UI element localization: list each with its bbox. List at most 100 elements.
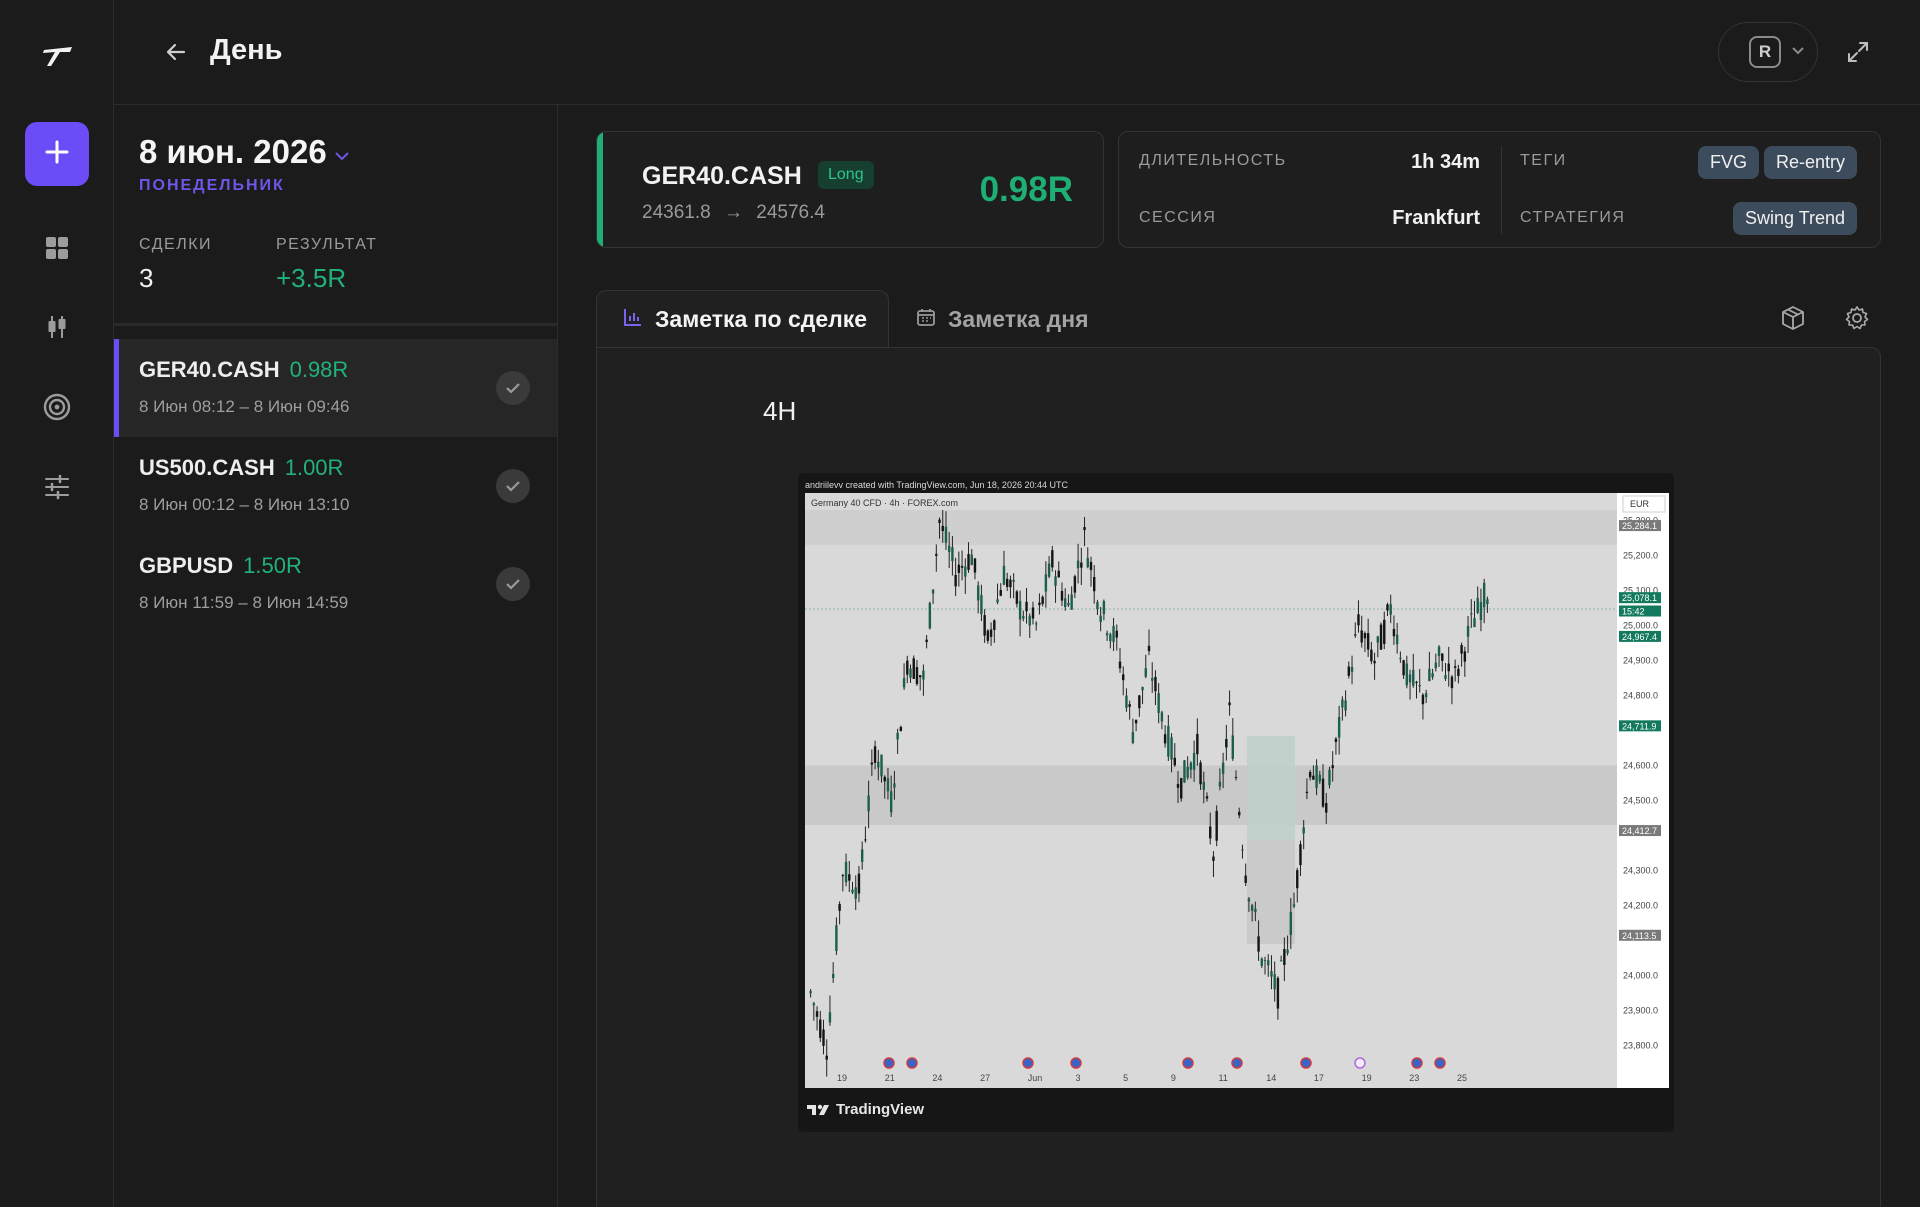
cube-icon[interactable] bbox=[1775, 300, 1811, 336]
event-marker-icon bbox=[906, 1057, 918, 1069]
session-value: Frankfurt bbox=[1392, 207, 1480, 229]
tradingview-logo: TradingView bbox=[806, 1101, 924, 1118]
strategy-chip[interactable]: Swing Trend bbox=[1733, 202, 1858, 235]
candle-body bbox=[1360, 630, 1363, 643]
candle-body bbox=[1238, 811, 1241, 816]
candle-body bbox=[844, 861, 848, 883]
tradingview-icon bbox=[807, 1104, 829, 1115]
candle-body bbox=[996, 599, 999, 603]
candle-body bbox=[1386, 604, 1389, 611]
tab-day-note[interactable]: Заметка дня bbox=[916, 290, 1089, 348]
r-unit-badge: R bbox=[1749, 36, 1781, 68]
candle-body bbox=[902, 678, 906, 688]
candle-body bbox=[1109, 634, 1112, 642]
trade-symbol: GBPUSD 1.50R bbox=[139, 553, 302, 579]
price-chart-svg: 19212427Jun359111417192325 25,300.025,20… bbox=[805, 493, 1669, 1088]
candle-body bbox=[1383, 619, 1386, 644]
candle-body bbox=[1180, 778, 1183, 799]
candle-body bbox=[1031, 607, 1035, 619]
price-tick-label: 24,600.0 bbox=[1623, 761, 1658, 771]
price-tick-label: 23,800.0 bbox=[1623, 1041, 1658, 1051]
trade-summary-card: GER40.CASH Long 24361.8 → 24576.4 0.98R bbox=[596, 131, 1104, 248]
candle-body bbox=[835, 925, 838, 951]
candle-body bbox=[1173, 757, 1176, 766]
dashboard-icon[interactable] bbox=[40, 231, 74, 265]
gear-icon[interactable] bbox=[1839, 300, 1875, 336]
candle-body bbox=[1408, 674, 1412, 683]
entry-price: 24361.8 bbox=[642, 202, 711, 223]
candle-body bbox=[1212, 856, 1215, 861]
price-tick-label: 24,500.0 bbox=[1623, 796, 1658, 806]
event-marker-icon bbox=[1411, 1057, 1423, 1069]
duration-label: ДЛИТЕЛЬНОСТЬ bbox=[1139, 152, 1287, 169]
candle-body bbox=[1334, 738, 1338, 742]
trade-card-symbol: GER40.CASH bbox=[642, 162, 802, 190]
currency-label: EUR bbox=[1630, 499, 1650, 509]
candle-body bbox=[1476, 598, 1479, 613]
trade-symbol-text: GBPUSD bbox=[139, 553, 234, 578]
exit-price: 24576.4 bbox=[756, 202, 825, 223]
candle-body bbox=[999, 589, 1002, 596]
trades-count-label: СДЕЛКИ bbox=[139, 236, 213, 253]
candle-body bbox=[1102, 601, 1106, 615]
candle-body bbox=[819, 1019, 822, 1038]
candle-body bbox=[1389, 604, 1392, 615]
expand-icon[interactable] bbox=[1842, 36, 1874, 68]
candle-body bbox=[1279, 960, 1283, 962]
candle-body bbox=[964, 566, 967, 577]
trade-list-item[interactable]: US500.CASH 1.00R 8 Июн 00:12 – 8 Июн 13:1… bbox=[114, 437, 557, 535]
candle-body bbox=[1167, 725, 1170, 757]
price-tick-label: 24,300.0 bbox=[1623, 866, 1658, 876]
price-chart: 19212427Jun359111417192325 25,300.025,20… bbox=[805, 493, 1669, 1088]
check-icon[interactable] bbox=[496, 469, 530, 503]
candle-body bbox=[1402, 660, 1405, 676]
candle-body bbox=[857, 873, 861, 894]
check-icon[interactable] bbox=[496, 567, 530, 601]
result-value: +3.5R bbox=[276, 263, 347, 293]
date-tick-label: 3 bbox=[1075, 1073, 1080, 1083]
candle-body bbox=[1057, 570, 1060, 578]
note-tabs: Заметка по сделке Заметка дня bbox=[596, 290, 1881, 348]
sliders-icon[interactable] bbox=[40, 470, 74, 504]
tag-chip[interactable]: FVG bbox=[1698, 146, 1760, 179]
candle-body bbox=[912, 658, 915, 679]
candle-body bbox=[967, 553, 970, 570]
candle-body bbox=[1067, 602, 1070, 606]
candle-body bbox=[1450, 676, 1454, 689]
candle-body bbox=[809, 991, 812, 994]
candle-body bbox=[1134, 719, 1138, 724]
candle-body bbox=[1357, 614, 1360, 626]
candle-body bbox=[1457, 668, 1460, 677]
candle-body bbox=[1163, 734, 1167, 744]
candle-body bbox=[1063, 598, 1067, 608]
chart-screenshot[interactable]: andriilevv created with TradingView.com,… bbox=[798, 473, 1674, 1132]
candle-body bbox=[1395, 634, 1399, 645]
price-tick-label: 25,000.0 bbox=[1623, 621, 1658, 631]
chart-caption: andriilevv created with TradingView.com,… bbox=[805, 480, 1068, 490]
chevron-down-icon[interactable] bbox=[334, 149, 350, 167]
target-icon[interactable] bbox=[40, 390, 74, 424]
trade-list-item[interactable]: GER40.CASH 0.98R 8 Июн 08:12 – 8 Июн 09:4… bbox=[114, 339, 557, 437]
date-tick-label: 19 bbox=[1362, 1073, 1372, 1083]
tab-trade-note[interactable]: Заметка по сделке bbox=[596, 290, 889, 348]
trade-list-item[interactable]: GBPUSD 1.50R 8 Июн 11:59 – 8 Июн 14:59 bbox=[114, 535, 557, 633]
tag-chip[interactable]: Re-entry bbox=[1764, 146, 1858, 179]
candle-body bbox=[828, 1012, 832, 1023]
back-arrow-icon[interactable] bbox=[160, 36, 192, 68]
candle-body bbox=[1257, 936, 1260, 952]
candle-body bbox=[1154, 676, 1157, 692]
candles-icon[interactable] bbox=[40, 310, 74, 344]
candle-body bbox=[957, 564, 961, 573]
check-icon[interactable] bbox=[496, 371, 530, 405]
note-heading[interactable]: 4H bbox=[763, 396, 796, 427]
add-trade-button[interactable] bbox=[25, 122, 89, 186]
candle-body bbox=[1073, 576, 1077, 593]
logo-icon[interactable] bbox=[41, 44, 75, 68]
candle-body bbox=[1218, 781, 1222, 787]
candle-body bbox=[1473, 618, 1476, 627]
r-unit-switch[interactable]: R bbox=[1718, 22, 1818, 82]
candle-body bbox=[954, 574, 957, 587]
candle-body bbox=[1086, 557, 1089, 568]
date-selector[interactable]: 8 июн. 2026 bbox=[139, 133, 327, 171]
candle-body bbox=[1241, 849, 1244, 851]
